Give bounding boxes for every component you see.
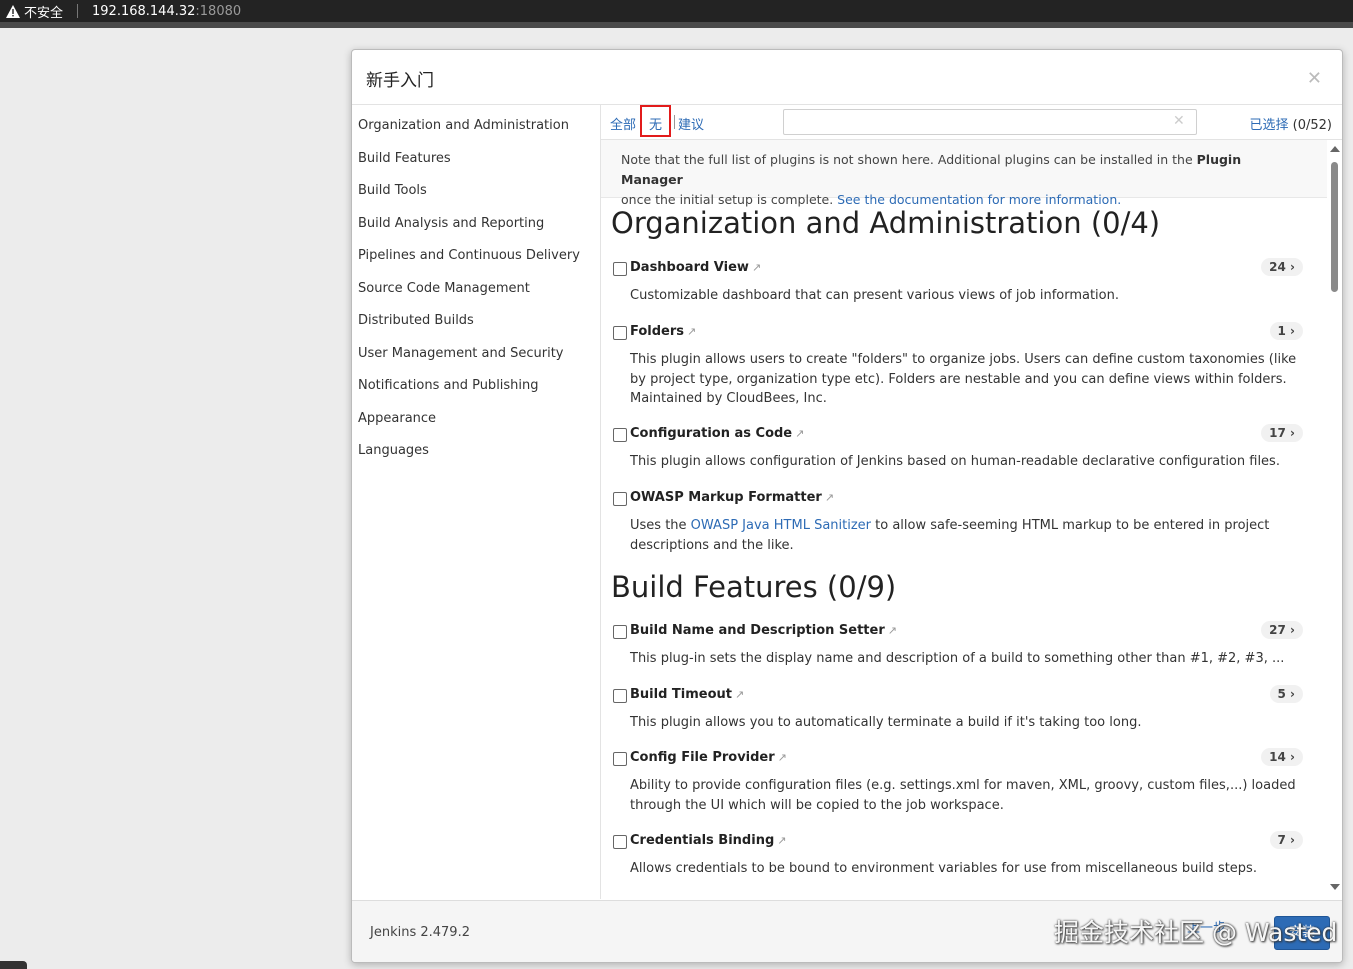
plugin-list-scrollbar[interactable] bbox=[1327, 140, 1342, 899]
plugin-checkbox[interactable] bbox=[613, 689, 627, 703]
plugin-description: This plugin allows you to automatically … bbox=[630, 715, 1142, 730]
plugin-name[interactable]: Configuration as Code ↗ bbox=[630, 426, 804, 441]
watermark: 掘金技术社区 @ Wasted bbox=[1054, 918, 1338, 947]
plugin-description: Allows credentials to be bound to enviro… bbox=[630, 861, 1257, 876]
category-sidebar: Organization and Administration Build Fe… bbox=[352, 105, 601, 899]
external-link-icon[interactable]: ↗ bbox=[777, 834, 786, 847]
scroll-up-icon[interactable] bbox=[1330, 146, 1340, 152]
toolbar-separator bbox=[674, 115, 675, 129]
owasp-sanitizer-link[interactable]: OWASP Java HTML Sanitizer bbox=[691, 518, 871, 533]
plugin-toolbar: 全部 无 建议 ✕ 已选择 (0/52) bbox=[601, 105, 1342, 140]
sidebar-item-build-analysis[interactable]: Build Analysis and Reporting bbox=[358, 216, 544, 231]
select-all-link[interactable]: 全部 bbox=[610, 114, 636, 133]
dependency-badge[interactable]: 7 › bbox=[1269, 831, 1303, 849]
setup-wizard-dialog: 新手入门 ✕ Organization and Administration B… bbox=[351, 49, 1343, 963]
external-link-icon[interactable]: ↗ bbox=[687, 325, 696, 338]
external-link-icon[interactable]: ↗ bbox=[735, 688, 744, 701]
plugin-checkbox[interactable] bbox=[613, 625, 627, 639]
selected-count-value: (0/52) bbox=[1292, 118, 1332, 133]
sidebar-item-languages[interactable]: Languages bbox=[358, 443, 429, 458]
documentation-link[interactable]: See the documentation for more informati… bbox=[837, 192, 1121, 207]
plugin-checkbox[interactable] bbox=[613, 262, 627, 276]
plugin-description: Uses the OWASP Java HTML Sanitizer to al… bbox=[630, 518, 1270, 553]
dialog-title: 新手入门 bbox=[366, 71, 434, 91]
highlight-box bbox=[640, 105, 671, 137]
browser-divider bbox=[0, 22, 1353, 28]
note-text: Note that the full list of plugins is no… bbox=[621, 152, 1197, 167]
plugin-description: This plugin allows configuration of Jenk… bbox=[630, 454, 1280, 469]
plugin-list[interactable]: Note that the full list of plugins is no… bbox=[601, 140, 1342, 899]
scrollbar-thumb[interactable] bbox=[1331, 162, 1338, 292]
scroll-down-icon[interactable] bbox=[1330, 884, 1340, 890]
plugin-name[interactable]: Build Name and Description Setter ↗ bbox=[630, 623, 897, 638]
external-link-icon[interactable]: ↗ bbox=[888, 624, 897, 637]
security-label: 不安全 bbox=[24, 5, 64, 21]
plugin-description: Ability to provide configuration files (… bbox=[630, 778, 1296, 813]
dependency-badge[interactable]: 24 › bbox=[1261, 258, 1303, 276]
sidebar-item-appearance[interactable]: Appearance bbox=[358, 411, 436, 426]
dialog-header: 新手入门 ✕ bbox=[352, 50, 1342, 105]
select-suggested-link[interactable]: 建议 bbox=[678, 114, 704, 133]
close-icon[interactable]: ✕ bbox=[1307, 68, 1322, 89]
clear-search-icon[interactable]: ✕ bbox=[1173, 113, 1185, 129]
warning-icon bbox=[6, 4, 20, 18]
sidebar-item-build-features[interactable]: Build Features bbox=[358, 151, 451, 166]
external-link-icon[interactable]: ↗ bbox=[778, 751, 787, 764]
url-port: :18080 bbox=[195, 3, 242, 19]
dependency-badge[interactable]: 14 › bbox=[1261, 748, 1303, 766]
browser-address-bar[interactable]: 不安全 192.168.144.32:18080 bbox=[0, 0, 1353, 22]
sidebar-item-pipelines[interactable]: Pipelines and Continuous Delivery bbox=[358, 248, 580, 263]
dependency-badge[interactable]: 27 › bbox=[1261, 621, 1303, 639]
category-title: Organization and Administration (0/4) bbox=[611, 206, 1161, 240]
jenkins-version: Jenkins 2.479.2 bbox=[370, 925, 470, 940]
plugin-checkbox[interactable] bbox=[613, 492, 627, 506]
plugin-name[interactable]: Dashboard View ↗ bbox=[630, 260, 761, 275]
plugin-manager-note: Note that the full list of plugins is no… bbox=[601, 140, 1327, 207]
plugin-name[interactable]: Config File Provider ↗ bbox=[630, 750, 787, 765]
sidebar-item-user-management[interactable]: User Management and Security bbox=[358, 346, 564, 361]
plugin-name[interactable]: Folders ↗ bbox=[630, 324, 696, 339]
plugin-checkbox[interactable] bbox=[613, 752, 627, 766]
sidebar-item-scm[interactable]: Source Code Management bbox=[358, 281, 530, 296]
selected-label[interactable]: 已选择 bbox=[1250, 118, 1289, 133]
dependency-badge[interactable]: 1 › bbox=[1269, 322, 1303, 340]
external-link-icon[interactable]: ↗ bbox=[752, 261, 761, 274]
external-link-icon[interactable]: ↗ bbox=[825, 491, 834, 504]
security-warning[interactable]: 不安全 bbox=[6, 2, 63, 21]
dependency-badge[interactable]: 17 › bbox=[1261, 424, 1303, 442]
plugin-checkbox[interactable] bbox=[613, 428, 627, 442]
url-host: 192.168.144.32 bbox=[92, 3, 196, 19]
plugin-name[interactable]: Credentials Binding ↗ bbox=[630, 833, 786, 848]
selected-count: 已选择 (0/52) bbox=[1250, 114, 1333, 133]
plugin-name[interactable]: Build Timeout ↗ bbox=[630, 687, 744, 702]
plugin-description: Customizable dashboard that can present … bbox=[630, 288, 1119, 303]
note-text-2: once the initial setup is complete. bbox=[621, 192, 838, 207]
corner-artifact bbox=[0, 961, 27, 969]
category-title: Build Features (0/9) bbox=[611, 570, 897, 604]
sidebar-item-build-tools[interactable]: Build Tools bbox=[358, 183, 427, 198]
external-link-icon[interactable]: ↗ bbox=[795, 427, 804, 440]
address-separator bbox=[77, 4, 79, 18]
plugin-description: This plug-in sets the display name and d… bbox=[630, 651, 1285, 666]
sidebar-item-notifications[interactable]: Notifications and Publishing bbox=[358, 378, 539, 393]
sidebar-item-distributed-builds[interactable]: Distributed Builds bbox=[358, 313, 474, 328]
dependency-badge[interactable]: 5 › bbox=[1269, 685, 1303, 703]
plugin-description: This plugin allows users to create "fold… bbox=[630, 352, 1297, 406]
plugin-name[interactable]: OWASP Markup Formatter ↗ bbox=[630, 490, 834, 505]
plugin-checkbox[interactable] bbox=[613, 326, 627, 340]
plugin-search-input[interactable] bbox=[783, 109, 1197, 135]
address-url[interactable]: 192.168.144.32:18080 bbox=[92, 4, 241, 19]
plugin-checkbox[interactable] bbox=[613, 835, 627, 849]
sidebar-item-organization[interactable]: Organization and Administration bbox=[358, 118, 569, 133]
